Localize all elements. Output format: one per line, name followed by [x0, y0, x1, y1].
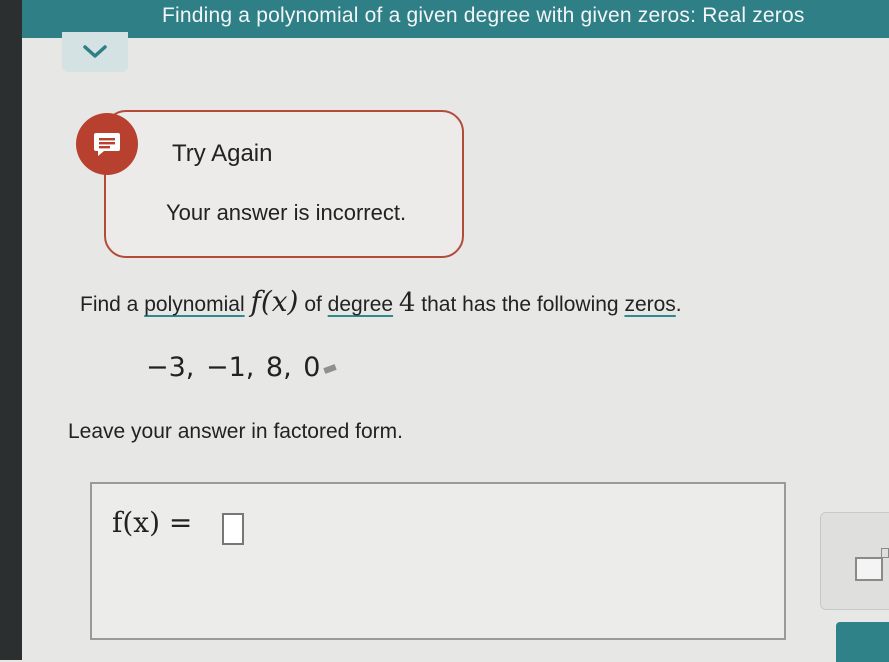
glossary-link-polynomial[interactable]: polynomial	[144, 293, 244, 316]
question-text: Find a polynomial f(x) of degree 4 that …	[80, 285, 682, 318]
answer-area	[90, 482, 786, 640]
answer-label: f(x) =	[112, 506, 193, 539]
question-prefix: Find a	[80, 293, 139, 316]
function-notation: f(x)	[250, 285, 299, 318]
page-title: Finding a polynomial of a given degree w…	[162, 4, 805, 27]
glossary-link-zeros[interactable]: zeros	[624, 293, 675, 316]
chevron-down-icon	[83, 45, 107, 58]
window-edge	[0, 0, 22, 660]
message-icon	[76, 113, 138, 175]
action-button[interactable]	[836, 622, 889, 662]
feedback-message: Your answer is incorrect.	[166, 200, 407, 225]
degree-value: 4	[398, 288, 416, 318]
collapse-button[interactable]	[62, 32, 128, 72]
exponent-button[interactable]	[855, 557, 883, 581]
feedback-panel	[104, 110, 464, 258]
exponent-icon	[881, 548, 889, 558]
question-period: .	[675, 293, 682, 316]
answer-input[interactable]	[222, 513, 244, 545]
feedback-title: Try Again	[172, 140, 273, 167]
question-middle: that has the following	[421, 293, 619, 316]
glossary-link-degree[interactable]: degree	[328, 293, 393, 316]
pencil-icon	[323, 363, 338, 374]
header-bar: Finding a polynomial of a given degree w…	[22, 0, 889, 38]
zeros-values: −3, −1, 8, 0	[146, 352, 321, 383]
question-of: of	[304, 293, 322, 316]
zeros-list: −3, −1, 8, 0	[146, 352, 338, 383]
instruction-text: Leave your answer in factored form.	[68, 420, 403, 443]
